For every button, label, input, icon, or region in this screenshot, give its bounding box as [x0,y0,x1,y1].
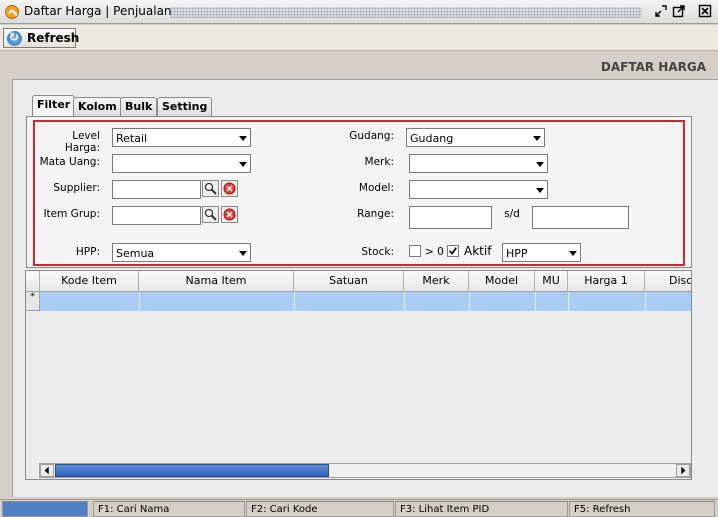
status-bar: F1: Cari Nama F2: Cari Kode F3: Lihat It… [0,499,718,517]
status-f5: F5: Refresh [569,501,715,517]
refresh-label: Refresh [27,31,80,45]
refresh-button[interactable]: Refresh [3,28,80,48]
row-divider [568,292,569,311]
column-header-kode-item[interactable]: Kode Item [40,271,139,292]
aktif-label: Aktif [464,244,492,258]
column-header-harga-1[interactable]: Harga 1 [568,271,645,292]
toolbar: Refresh [0,25,718,51]
status-f2: F2: Cari Kode [246,501,394,517]
range-from-input[interactable] [409,206,492,229]
column-header-nama-item[interactable]: Nama Item [139,271,294,292]
row-divider [535,292,536,311]
aktif-checkbox[interactable] [447,245,459,257]
stock-mode-value: HPP [506,247,528,260]
restore-icon[interactable] [654,4,668,18]
new-row-marker: * [26,292,40,311]
checkmark-icon [449,247,458,255]
status-f1: F1: Cari Nama [93,501,245,517]
chevron-down-icon [533,136,541,141]
refresh-icon [7,30,22,46]
model-label: Model: [358,182,394,194]
scroll-right-icon[interactable] [676,464,690,477]
stock-gt0-label: > 0 [425,246,444,258]
hpp-value: Semua [116,247,155,260]
stock-gt0-checkbox[interactable] [409,245,421,257]
row-divider [469,292,470,311]
tab-filter[interactable]: Filter [32,95,76,116]
gudang-select[interactable]: Gudang [406,128,545,147]
table-row[interactable] [40,292,691,311]
column-header-merk[interactable]: Merk [404,271,469,292]
chevron-down-icon [569,251,577,256]
app-icon [5,5,19,19]
hpp-label: HPP: [75,246,100,258]
horizontal-scrollbar[interactable] [39,463,691,478]
model-select[interactable] [409,180,548,199]
mata-uang-select[interactable] [112,154,251,173]
stock-mode-select[interactable]: HPP [502,243,581,262]
column-header-disc[interactable]: Disc [645,271,691,292]
item-grup-input[interactable] [112,206,201,225]
supplier-label: Supplier: [53,182,100,194]
title-grip [170,7,642,18]
row-divider [139,292,140,311]
item-grup-search-icon[interactable] [202,206,219,223]
stock-label: Stock: [361,246,394,258]
tab-kolom[interactable]: Kolom [73,97,122,116]
row-header-corner [26,271,40,292]
level-harga-select[interactable]: Retail [112,128,251,147]
gudang-label: Gudang: [349,130,394,142]
status-indicator [2,501,88,517]
tab-bulk[interactable]: Bulk [120,97,158,116]
range-label: Range: [357,208,394,220]
title-bar: Daftar Harga | Penjualan [0,0,718,24]
row-divider [404,292,405,311]
row-divider [645,292,646,311]
status-f3: F3: Lihat Item PID [395,501,568,517]
close-window-icon[interactable] [698,4,712,18]
column-header-model[interactable]: Model [469,271,535,292]
chevron-down-icon [536,162,544,167]
chevron-down-icon [536,188,544,193]
maximize-icon[interactable] [672,4,686,18]
column-header-satuan[interactable]: Satuan [294,271,404,292]
supplier-search-icon[interactable] [202,180,219,197]
chevron-down-icon [239,162,247,167]
supplier-input[interactable] [112,180,201,199]
supplier-clear-icon[interactable] [221,180,238,197]
item-grup-label: Item Grup: [43,208,100,220]
window-title: Daftar Harga | Penjualan [24,4,172,18]
page-title: DAFTAR HARGA [600,60,706,74]
row-divider [294,292,295,311]
range-to-input[interactable] [532,206,629,229]
price-grid[interactable]: Kode Item Nama Item Satuan Merk Model MU… [25,270,692,480]
gudang-value: Gudang [410,132,454,145]
merk-select[interactable] [409,154,548,173]
chevron-down-icon [239,136,247,141]
level-harga-value: Retail [116,132,148,145]
scrollbar-thumb[interactable] [55,464,329,477]
level-harga-label: Level Harga: [64,130,100,154]
item-grup-clear-icon[interactable] [221,206,238,223]
scroll-left-icon[interactable] [40,464,54,477]
chevron-down-icon [239,251,247,256]
merk-label: Merk: [364,156,394,168]
mata-uang-label: Mata Uang: [39,156,100,168]
tab-setting[interactable]: Setting [157,97,213,116]
range-sep-label: s/d [504,208,520,220]
hpp-select[interactable]: Semua [112,243,251,262]
column-header-mu[interactable]: MU [535,271,568,292]
